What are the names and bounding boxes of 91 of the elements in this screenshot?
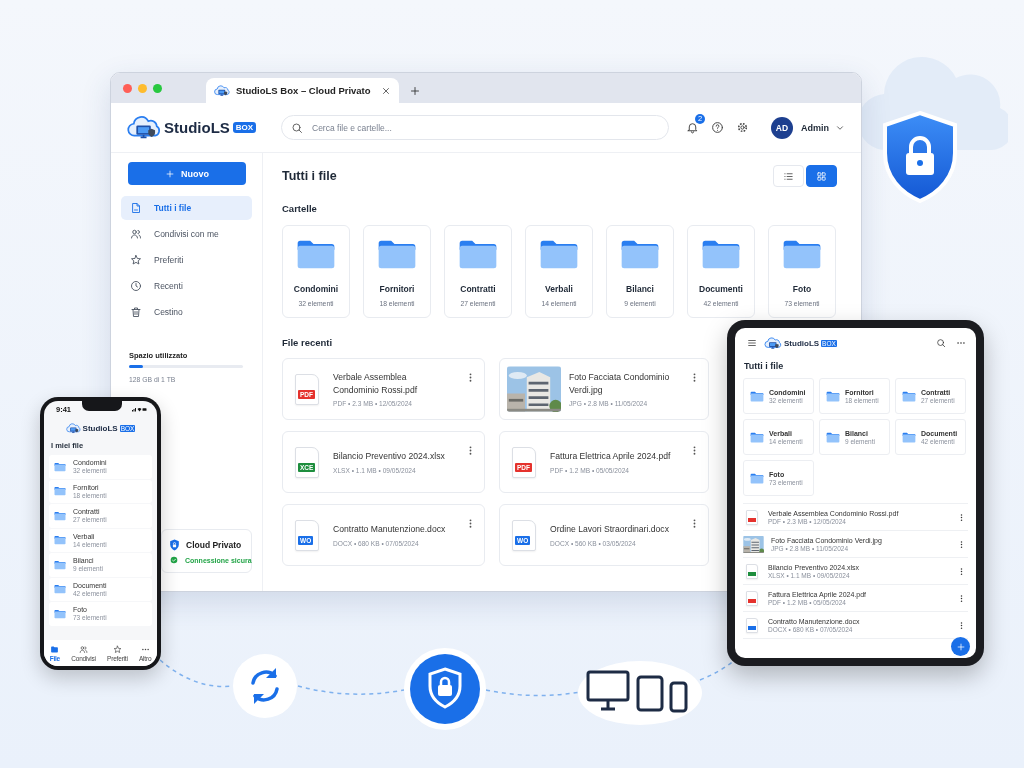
folder-icon [54, 510, 66, 521]
document-icon [746, 563, 758, 579]
menu-icon[interactable] [747, 338, 757, 348]
screen-title: Tutti i file [744, 361, 785, 371]
brand-name: StudioLS [164, 119, 230, 136]
notification-icon[interactable] [686, 121, 699, 134]
phone-notch [81, 401, 122, 411]
check-circle-icon [170, 556, 178, 564]
document-icon [746, 590, 758, 606]
section-heading: File recenti [282, 337, 333, 349]
file-name: Verbale Assemblea Condominio Rossi.pdf [333, 371, 419, 396]
list-view-button[interactable] [773, 165, 804, 187]
folder-name: Foto [792, 284, 812, 294]
section-heading: Cartelle [282, 203, 317, 215]
folder-icon [54, 461, 66, 472]
folder-icon [620, 238, 660, 270]
folder-icon [750, 431, 764, 443]
file-name: Contratto Manutenzione.docx [333, 523, 447, 536]
list-view-icon [783, 170, 794, 182]
people-icon [79, 644, 89, 654]
shield-lock-icon [403, 647, 487, 731]
plus-icon [955, 641, 966, 652]
folder-icon [54, 584, 66, 595]
shield-lock-icon [168, 538, 181, 552]
folder-icon [826, 390, 840, 402]
folder-name: Contratti [460, 284, 496, 294]
file-name: Fattura Elettrica Aprile 2024.pdf [550, 450, 672, 463]
plus-icon [165, 168, 175, 179]
search-field[interactable]: Cerca file e cartelle... [281, 115, 669, 140]
close-icon[interactable] [380, 85, 391, 96]
security-title: Cloud Privato [186, 540, 242, 550]
file-name: Ordine Lavori Straordinari.docx [550, 523, 670, 536]
settings-icon[interactable] [736, 121, 749, 134]
tab-title: StudioLS Box – Cloud Privato [236, 85, 371, 96]
folder-icon [902, 390, 916, 402]
plus-icon[interactable] [408, 85, 421, 97]
star-icon [112, 644, 122, 654]
sidebar-item[interactable]: Tutti i file [121, 196, 252, 220]
sidebar-item[interactable]: Condivisi con me [121, 222, 252, 246]
document-icon [746, 617, 758, 633]
brand-name: StudioLS [82, 424, 118, 433]
clock-icon [130, 280, 142, 292]
file-icon [130, 202, 142, 214]
folder-name: Fornitori [379, 284, 415, 294]
new-button[interactable]: Nuovo [128, 162, 246, 185]
folder-icon [750, 472, 764, 484]
grid-view-button[interactable] [806, 165, 837, 187]
browser-tab[interactable]: StudioLS Box – Cloud Privato [206, 78, 399, 103]
folder-icon [54, 535, 66, 546]
folder-icon [377, 238, 417, 270]
folder-icon [54, 559, 66, 570]
user-name[interactable]: Admin [801, 122, 829, 133]
file-name: Bilancio Preventivo 2024.xlsx [333, 450, 446, 463]
folder-icon [54, 608, 66, 619]
brand-badge: BOX [232, 122, 257, 133]
brand-name: StudioLS [784, 338, 820, 348]
sync-icon [232, 653, 298, 719]
folder-icon [296, 238, 336, 270]
file-name: Foto Facciata Condominio Verdi.jpg [569, 371, 671, 396]
sidebar-item[interactable]: Cestino [121, 300, 252, 324]
cloud-monitor-icon [65, 423, 81, 434]
star-icon [130, 254, 142, 266]
folder-name: Bilanci [626, 284, 654, 294]
folder-name: Documenti [699, 284, 743, 294]
folder-icon [539, 238, 579, 270]
folder-icon [701, 238, 741, 270]
folder-icon [50, 644, 60, 654]
folder-name: Verbali [545, 284, 573, 294]
status-icons [132, 406, 147, 412]
trash-icon [130, 306, 142, 318]
add-button[interactable] [951, 637, 970, 656]
cloud-monitor-icon [214, 84, 230, 97]
folder-icon [750, 390, 764, 402]
people-icon [130, 228, 142, 240]
folder-icon [458, 238, 498, 270]
folder-icon [782, 238, 822, 270]
document-icon [746, 509, 758, 525]
folder-icon [826, 431, 840, 443]
folder-icon [54, 486, 66, 497]
help-icon[interactable] [711, 121, 724, 134]
folder-icon [902, 431, 916, 443]
avatar[interactable]: AD [771, 116, 793, 139]
page-title: Tutti i file [282, 169, 337, 183]
cloud-monitor-icon [764, 336, 782, 350]
sidebar-item[interactable]: Recenti [121, 274, 252, 298]
search-icon[interactable] [936, 338, 946, 348]
shield-lock-icon [880, 110, 960, 204]
sidebar-item[interactable]: Preferiti [121, 248, 252, 272]
grid-view-icon [816, 170, 827, 182]
folder-name: Condomini [293, 284, 339, 294]
cloud-monitor-icon [127, 114, 161, 141]
